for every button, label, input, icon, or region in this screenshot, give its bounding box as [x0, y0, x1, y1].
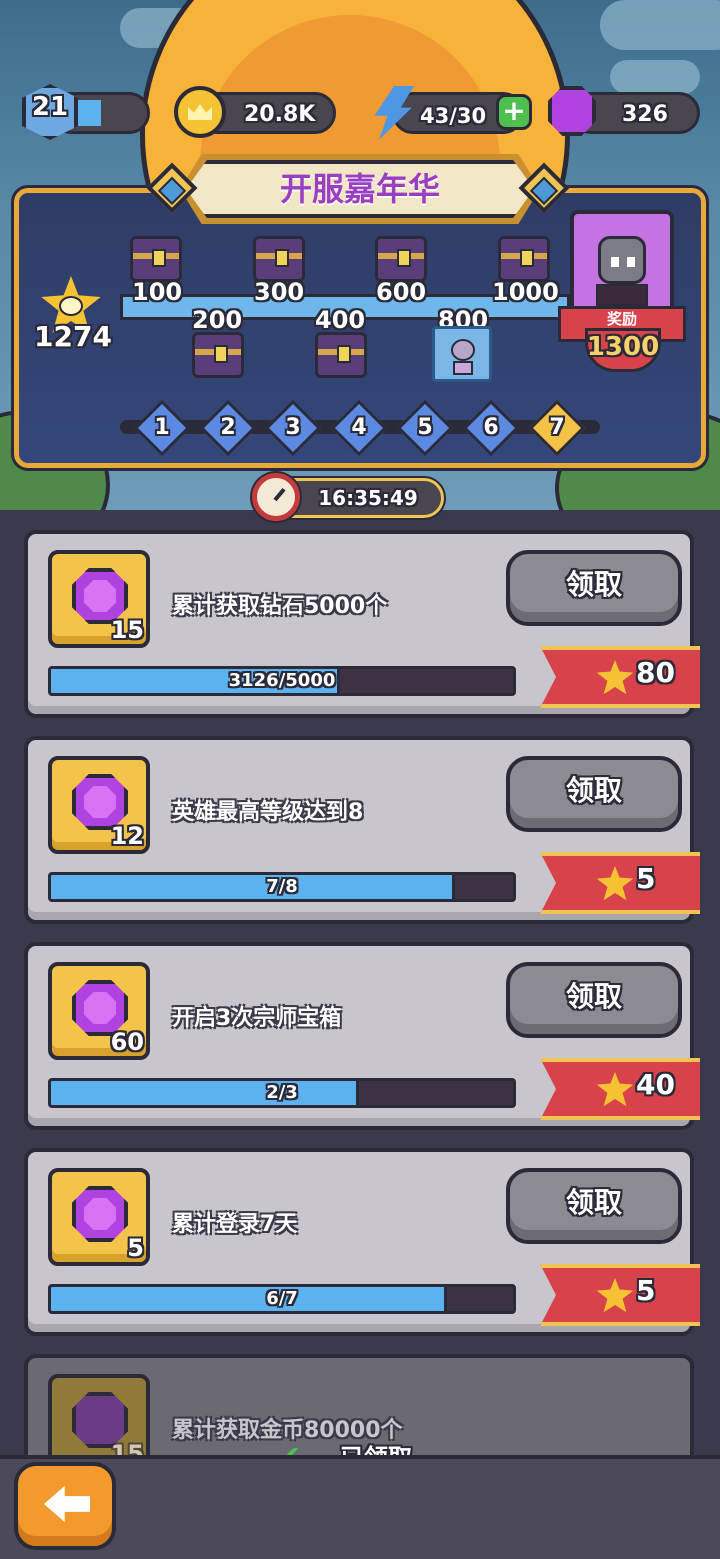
- gem-count: 5: [127, 1234, 144, 1262]
- gem-count: 60: [110, 1028, 144, 1056]
- back-arrow-icon: [44, 1486, 90, 1522]
- final-reward-value: 1300: [586, 332, 660, 362]
- energy-value: 43/30: [420, 104, 487, 128]
- task-points: 80: [636, 656, 675, 689]
- gem-reward: 12: [48, 756, 150, 854]
- event-title: 开服嘉年华: [279, 170, 440, 208]
- task-description: 累计获取钻石5000个: [172, 594, 388, 619]
- task-progress-bar: 6/7: [48, 1284, 516, 1314]
- task-points: 5: [636, 862, 656, 895]
- task-progress-bar: 2/3: [48, 1078, 516, 1108]
- milestone-label: 200: [192, 306, 243, 334]
- chest-icon[interactable]: [375, 236, 427, 282]
- gem-reward: 60: [48, 962, 150, 1060]
- day-number: 1: [154, 415, 170, 440]
- gem-count: 12: [110, 822, 144, 850]
- stopwatch-icon: [252, 473, 300, 521]
- task-description: 开启3次宗师宝箱: [172, 1006, 342, 1031]
- back-button[interactable]: [14, 1462, 116, 1550]
- progress-text: 7/8: [266, 876, 298, 897]
- hero-portrait-icon: [598, 236, 646, 284]
- progress-text: 6/7: [266, 1288, 298, 1309]
- progress-text: 3126/5000: [228, 670, 336, 691]
- timer-text: 16:35:49: [318, 486, 418, 510]
- milestone-label: 400: [315, 306, 366, 334]
- task-card: 5 累计登录7天 领取 6/7 5: [24, 1148, 700, 1336]
- day-number: 2: [220, 415, 236, 440]
- milestone-label: 1000: [492, 278, 559, 306]
- gem-reward: 15: [48, 550, 150, 648]
- hero-body: [596, 284, 648, 306]
- event-points: 1274: [34, 320, 112, 353]
- task-progress-bar: 7/8: [48, 872, 516, 902]
- task-card: 12 英雄最高等级达到8 领取 7/8 5: [24, 736, 700, 924]
- final-reward-label: 奖励: [606, 310, 637, 328]
- task-points: 40: [636, 1068, 675, 1101]
- task-description: 英雄最高等级达到8: [172, 800, 364, 825]
- task-points: 5: [636, 1274, 656, 1307]
- milestone-label: 100: [132, 278, 183, 306]
- claim-button[interactable]: 领取: [506, 756, 682, 832]
- milestone-label: 600: [376, 278, 427, 306]
- gem-count: 15: [110, 616, 144, 644]
- task-card: 60 开启3次宗师宝箱 领取 2/3 40: [24, 942, 700, 1130]
- task-description: 累计登录7天: [172, 1212, 298, 1237]
- gold-value: 20.8K: [244, 102, 316, 127]
- task-progress-bar: 3126/5000: [48, 666, 516, 696]
- cloud: [610, 60, 700, 94]
- day-number: 7: [549, 415, 565, 440]
- day-number: 6: [483, 415, 499, 440]
- day-number: 5: [417, 415, 433, 440]
- gem-shine: [84, 1198, 116, 1230]
- chest-icon[interactable]: [130, 236, 182, 282]
- final-reward-card[interactable]: [570, 210, 674, 318]
- pig-face-icon: [59, 296, 83, 316]
- task-card: 15 累计获取钻石5000个 领取 3126/5000 80: [24, 530, 700, 718]
- gem-reward: 5: [48, 1168, 150, 1266]
- claim-button[interactable]: 领取: [506, 550, 682, 626]
- day-number: 3: [285, 415, 301, 440]
- chest-icon[interactable]: [498, 236, 550, 282]
- crown-coin-icon: [174, 86, 226, 138]
- gem-icon: [548, 86, 596, 136]
- cloud: [600, 0, 720, 50]
- plus-icon[interactable]: +: [496, 94, 532, 130]
- claim-button[interactable]: 领取: [506, 1168, 682, 1244]
- level-value: 21: [31, 92, 69, 122]
- chest-icon[interactable]: [192, 332, 244, 378]
- claim-button[interactable]: 领取: [506, 962, 682, 1038]
- day-number: 4: [351, 415, 367, 440]
- chest-icon[interactable]: [253, 236, 305, 282]
- milestone-label: 300: [254, 278, 305, 306]
- gem-value: 326: [622, 102, 668, 127]
- progress-text: 2/3: [266, 1082, 298, 1103]
- chest-icon[interactable]: [315, 332, 367, 378]
- hero-token-icon[interactable]: [432, 326, 492, 382]
